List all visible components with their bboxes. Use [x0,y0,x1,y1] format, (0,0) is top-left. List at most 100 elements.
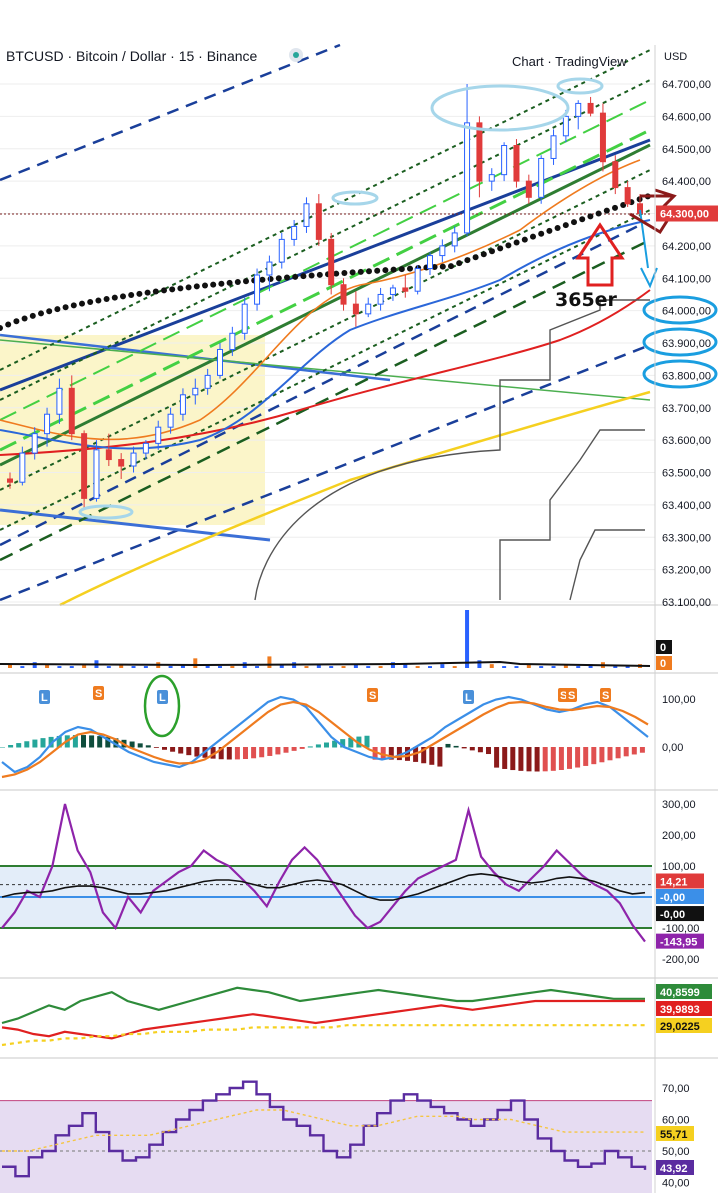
candle-body [427,255,433,270]
volume-bar [143,666,148,668]
sar-dot [259,276,266,283]
price-tick-label: 64.700,00 [662,79,711,91]
sar-dot [521,236,528,243]
sar-dot [505,242,512,249]
candle-body [155,426,162,444]
histogram-bar [194,747,200,757]
volume-bar [502,666,507,668]
sar-dot [382,267,389,274]
candle-body [587,102,594,114]
price-tick-label: 63.300,00 [662,532,711,544]
sar-dot [439,263,446,270]
histogram-bar [32,739,38,748]
histogram-bar [137,743,143,748]
volume-bar [57,666,62,668]
price-tick-label: 63.100,00 [662,597,711,609]
symbol-title: BTCUSD · Bitcoin / Dollar · 15 · Binance [6,48,258,64]
dmi-value-label: 40,8599 [660,987,700,999]
histogram-bar [283,747,289,753]
candle-body [562,115,569,137]
price-tick-label: 63.600,00 [662,435,711,447]
candle-body [328,238,335,286]
volume-bar [452,666,457,668]
price-tick-label: 63.800,00 [662,370,711,382]
volume-bar [20,666,25,668]
candle-body [204,374,211,389]
rsi-band [0,1100,652,1193]
volume-bar [366,666,371,668]
sar-dot [161,287,167,294]
histogram-bar [275,747,281,755]
volume-bar [193,658,198,668]
sar-dot [489,248,495,255]
sar-dot [38,310,44,317]
sar-dot [177,285,184,292]
rsi-ma-label: 55,71 [660,1129,688,1141]
candle-body [439,245,446,257]
sar-dot [480,251,487,258]
histogram-bar [469,747,475,751]
candle-body [451,232,458,247]
histogram-bar [526,747,532,772]
tradingview-chart[interactable]: 365er BTCUSD · Bitcoin / Dollar · 15 · B… [0,0,718,1193]
sar-dot [366,268,372,275]
sar-dot [587,213,594,220]
sar-dot [218,280,225,287]
candle-body [340,284,347,305]
candle-body [352,303,359,315]
price-tick-label: 64.000,00 [662,306,711,318]
candle-body [278,238,285,263]
price-tick-label: 63.500,00 [662,468,711,480]
cci-tick: 200,00 [662,830,696,842]
candle-body [303,203,310,227]
histogram-bar [251,747,257,759]
candle-body [550,135,557,159]
volume-bar [230,666,235,668]
sar-dot [87,299,94,306]
volume-bar [514,666,519,668]
sar-dot [546,227,553,234]
sar-dot [95,297,102,304]
rsi-tick: 70,00 [662,1083,690,1095]
sar-dot [136,290,143,297]
sar-dot [595,210,602,217]
price-tick-label: 64.600,00 [662,111,711,123]
sar-dot [316,271,323,278]
signal-marker-label: S [602,690,609,702]
candle-body [612,161,619,189]
candle-body [93,449,100,499]
sar-dot [357,268,364,275]
volume-bar [341,666,346,668]
cci-tick: 100,00 [662,861,696,873]
candle-body [254,274,261,305]
candle-body [389,287,396,295]
candle-body [476,122,483,182]
dmi-value-label: 29,0225 [660,1021,700,1033]
sar-dot [308,272,315,279]
cci-value-label: -143,95 [660,937,697,949]
histogram-bar [542,747,548,772]
histogram-bar [243,747,248,760]
candle-body [105,449,112,461]
sar-dot [407,265,413,272]
candle-body [464,122,471,234]
histogram-bar [502,747,508,769]
sar-dot [464,257,471,264]
cci-value-label: -0,00 [660,892,685,904]
histogram-bar [599,747,605,763]
annotation-365er: 365er [555,289,618,311]
histogram-bar [40,738,46,748]
candle-body [377,293,384,305]
signal-marker-label: S [369,690,376,702]
sar-dot [169,286,176,293]
candle-body [192,387,199,396]
candle-body [315,203,322,240]
histogram-bar [178,747,184,754]
sar-dot [267,275,274,282]
status-dot-center-icon [293,52,299,58]
histogram-bar [518,747,524,771]
volume-bar [329,666,334,668]
sar-dot [300,273,307,280]
sar-dot [29,312,36,319]
candle-body [130,452,137,467]
